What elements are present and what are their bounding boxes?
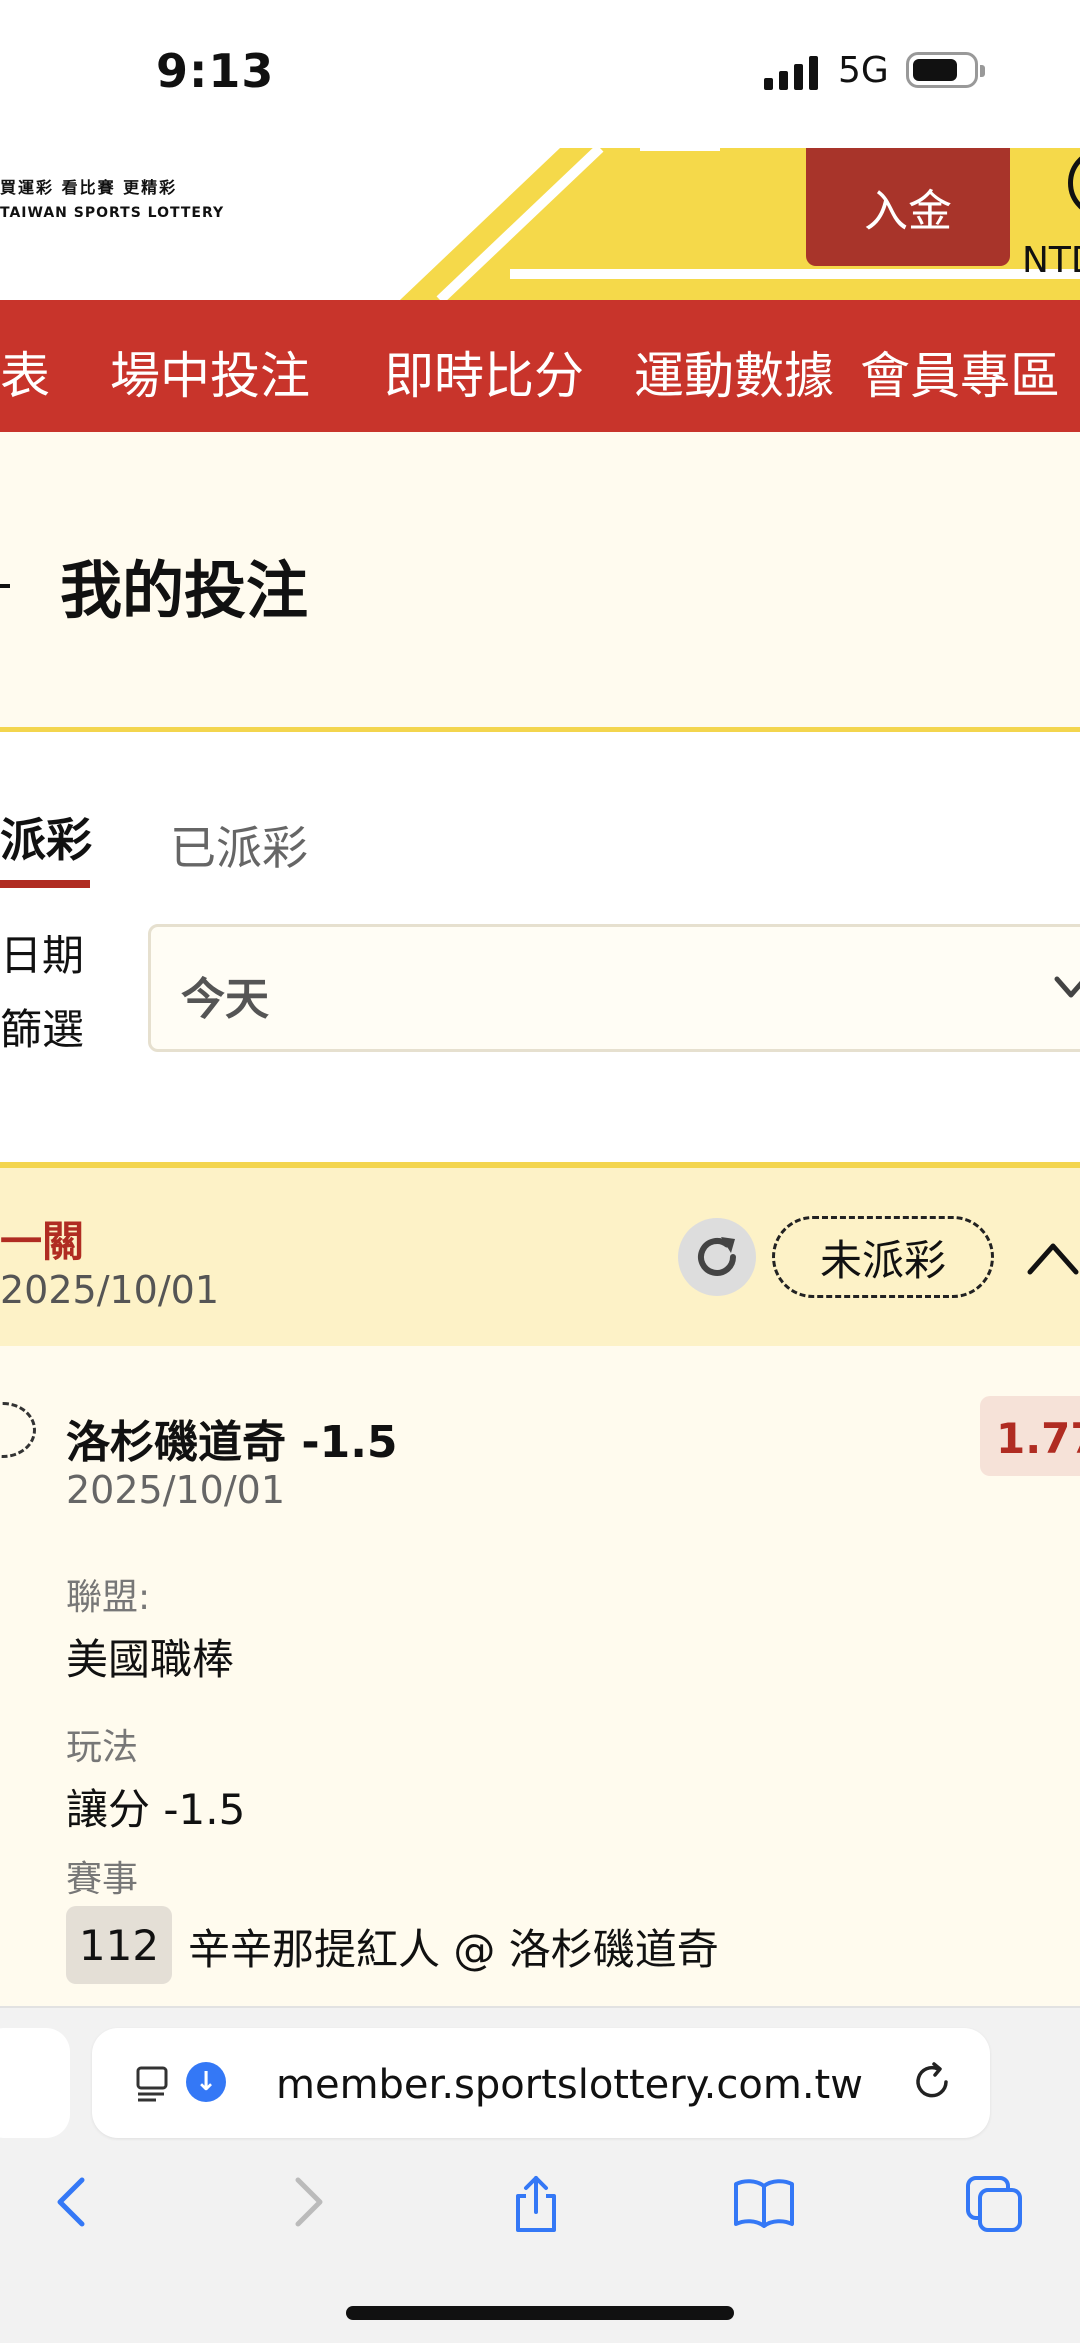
bet-date: 2025/10/01 — [0, 1268, 220, 1312]
tab-unsettled[interactable]: 派彩 — [0, 804, 92, 870]
nav-item-live-score[interactable]: 即時比分 — [384, 336, 584, 408]
date-filter-value: 今天 — [181, 974, 269, 1025]
logo-wordmark: TAIWAN SPORTS LOTTERY — [0, 205, 225, 221]
selection-checkbox[interactable] — [0, 1402, 36, 1458]
nav-item-sports-data[interactable]: 運動數據 — [634, 336, 834, 408]
bookmarks-icon[interactable] — [732, 2174, 796, 2230]
site-header: 買運彩 看比賽 更精彩 TAIWAN SPORTS LOTTERY 入金 NTD — [0, 148, 1080, 300]
bet-selection: 洛杉磯道奇 -1.5 — [66, 1417, 398, 1468]
tabs-icon[interactable] — [964, 2174, 1024, 2234]
league-value: 美國職棒 — [66, 1635, 235, 1684]
tab-active-indicator — [0, 880, 90, 888]
status-badge: 未派彩 — [772, 1216, 994, 1298]
date-filter-label: 日期 — [0, 931, 85, 980]
event-name: 辛辛那提紅人 @ 洛杉磯道奇 — [188, 1925, 719, 1974]
forward-icon[interactable] — [288, 2174, 328, 2230]
currency-label: NTD — [1022, 240, 1080, 281]
market-label: 玩法 — [66, 1727, 139, 1768]
status-bar: 9:13 5G — [0, 0, 1080, 148]
download-icon[interactable]: ↓ — [186, 2062, 226, 2102]
logo-slogan: 買運彩 看比賽 更精彩 — [0, 178, 178, 197]
tab-settled[interactable]: 已派彩 — [170, 812, 308, 878]
home-indicator — [346, 2306, 734, 2320]
chevron-up-icon[interactable] — [1026, 1238, 1080, 1278]
network-label: 5G — [838, 50, 889, 91]
nav-item-schedule[interactable]: 表 — [0, 336, 50, 408]
url-text[interactable]: member.sportslottery.com.tw — [276, 2062, 863, 2108]
back-icon[interactable] — [52, 2174, 92, 2230]
refresh-button[interactable] — [678, 1218, 756, 1296]
date-filter-label-2: 篩選 — [0, 1005, 85, 1054]
share-icon[interactable] — [508, 2174, 564, 2234]
nav-item-member[interactable]: 會員專區 — [860, 336, 1060, 408]
signal-icon — [764, 56, 818, 90]
deposit-button[interactable]: 入金 — [806, 148, 1010, 266]
event-date: 2025/10/01 — [66, 1468, 286, 1512]
odds-badge: 1.77 — [980, 1396, 1080, 1476]
bet-type: 一關 — [0, 1217, 85, 1266]
title-area: 我的投注 — [0, 432, 1080, 730]
event-number: 112 — [66, 1906, 172, 1984]
event-label: 賽事 — [66, 1859, 139, 1900]
chevron-down-icon — [1054, 976, 1080, 998]
date-filter-select[interactable]: 今天 — [148, 924, 1080, 1052]
address-bar[interactable]: ↓ member.sportslottery.com.tw — [92, 2028, 990, 2138]
clock: 9:13 — [156, 44, 275, 98]
nav-item-live-betting[interactable]: 場中投注 — [110, 336, 310, 408]
market-value: 讓分 -1.5 — [66, 1785, 246, 1834]
reader-icon[interactable] — [134, 2064, 174, 2104]
odds-value: 1.77 — [996, 1414, 1080, 1463]
refresh-icon — [698, 1237, 736, 1276]
main-nav: 表 場中投注 即時比分 運動數據 會員專區 — [0, 300, 1080, 432]
page-title: 我的投注 — [60, 554, 309, 627]
bet-card-body: 洛杉磯道奇 -1.5 1.77 2025/10/01 聯盟: 美國職棒 玩法 讓… — [0, 1346, 1080, 2006]
league-label: 聯盟: — [66, 1577, 151, 1618]
title-bullet — [0, 584, 10, 588]
previous-tab-preview[interactable] — [0, 2028, 70, 2138]
reload-icon[interactable] — [910, 2060, 954, 2104]
bet-card-header[interactable]: 一關 2025/10/01 未派彩 — [0, 1168, 1080, 1346]
battery-icon — [906, 52, 985, 88]
tabs-area: 派彩 已派彩 日期 篩選 今天 — [0, 732, 1080, 1162]
browser-toolbar: ↓ member.sportslottery.com.tw — [0, 2006, 1080, 2343]
